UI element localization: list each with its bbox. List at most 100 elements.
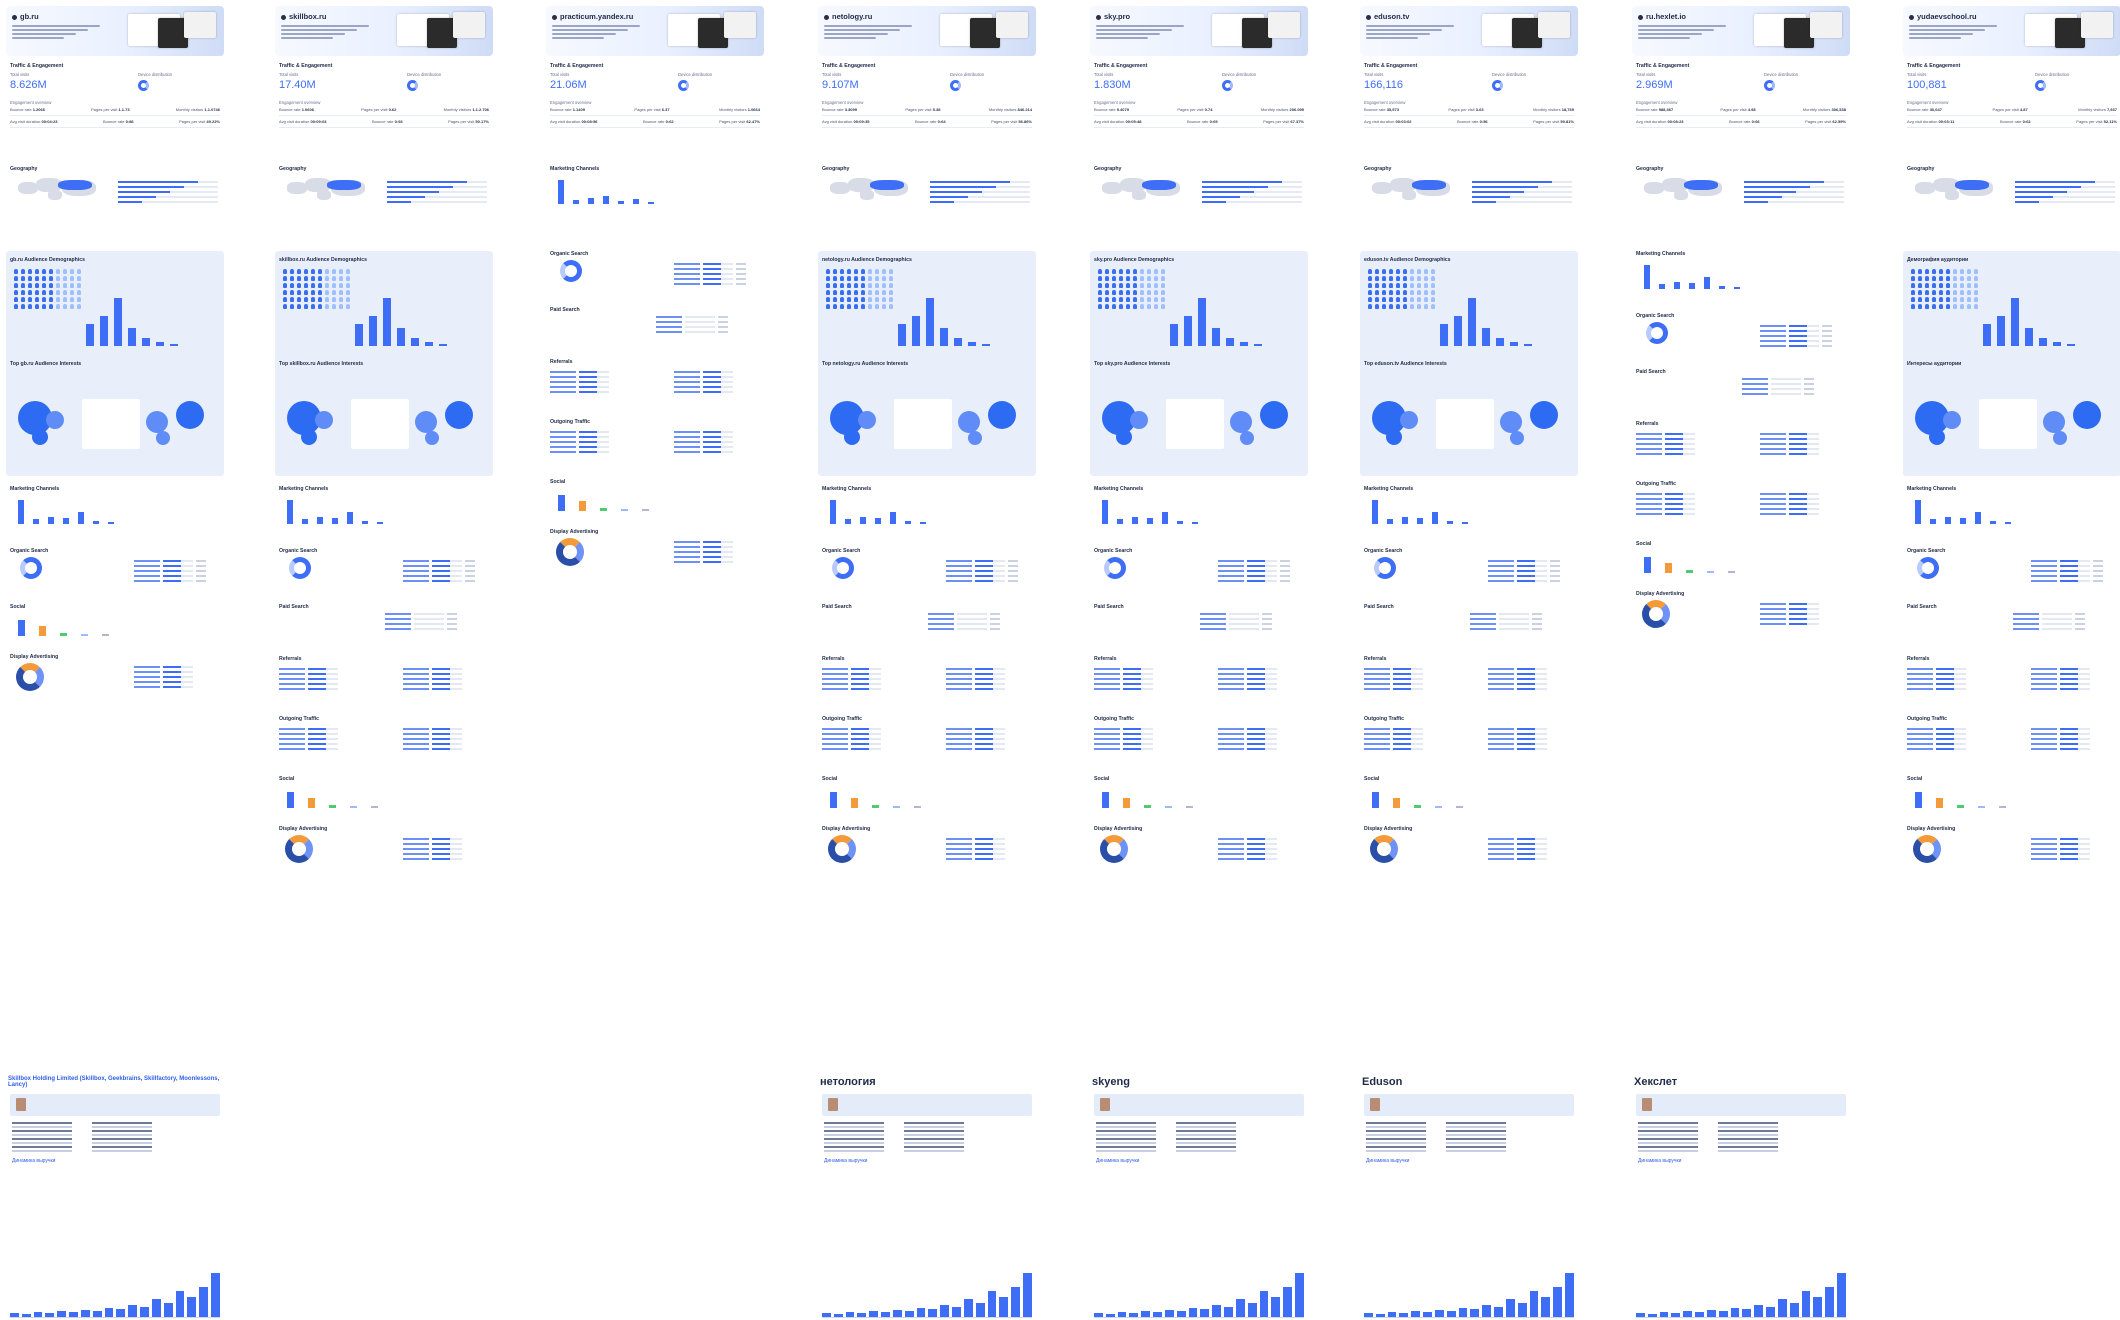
- paid-term-row[interactable]: [385, 623, 475, 625]
- publisher-row[interactable]: [1760, 623, 1850, 625]
- revenue-dynamics-link[interactable]: Динамика выручки: [1638, 1158, 1844, 1164]
- search-term-row[interactable]: [403, 560, 493, 562]
- referral-row[interactable]: [550, 446, 640, 448]
- publisher-row[interactable]: [403, 848, 493, 850]
- referral-row[interactable]: [1760, 433, 1850, 435]
- referral-row[interactable]: [946, 688, 1036, 690]
- referral-row[interactable]: [1094, 733, 1184, 735]
- paid-term-row[interactable]: [656, 321, 746, 323]
- referral-row[interactable]: [1364, 733, 1454, 735]
- referral-row[interactable]: [1636, 503, 1726, 505]
- search-term-row[interactable]: [1760, 330, 1850, 332]
- referral-row[interactable]: [1636, 498, 1726, 500]
- referral-row[interactable]: [1488, 733, 1578, 735]
- referral-row[interactable]: [1907, 678, 1997, 680]
- search-term-row[interactable]: [674, 268, 764, 270]
- referral-row[interactable]: [1488, 743, 1578, 745]
- referral-row[interactable]: [1488, 738, 1578, 740]
- referral-row[interactable]: [2031, 728, 2120, 730]
- search-term-row[interactable]: [946, 565, 1036, 567]
- search-term-row[interactable]: [134, 560, 224, 562]
- publisher-row[interactable]: [403, 838, 493, 840]
- referral-row[interactable]: [946, 733, 1036, 735]
- referral-row[interactable]: [1636, 513, 1726, 515]
- referral-row[interactable]: [946, 683, 1036, 685]
- referral-row[interactable]: [674, 371, 764, 373]
- search-term-row[interactable]: [1760, 335, 1850, 337]
- referral-row[interactable]: [946, 673, 1036, 675]
- search-term-row[interactable]: [134, 575, 224, 577]
- referral-row[interactable]: [1907, 668, 1997, 670]
- referral-row[interactable]: [1760, 508, 1850, 510]
- referral-row[interactable]: [674, 451, 764, 453]
- publisher-row[interactable]: [1218, 843, 1308, 845]
- search-term-row[interactable]: [1488, 575, 1578, 577]
- referral-row[interactable]: [822, 688, 912, 690]
- publisher-row[interactable]: [403, 843, 493, 845]
- publisher-row[interactable]: [134, 681, 224, 683]
- referral-row[interactable]: [946, 728, 1036, 730]
- referral-row[interactable]: [550, 376, 640, 378]
- referral-row[interactable]: [1218, 738, 1308, 740]
- referral-row[interactable]: [1094, 738, 1184, 740]
- referral-row[interactable]: [1364, 668, 1454, 670]
- referral-row[interactable]: [1488, 668, 1578, 670]
- search-term-row[interactable]: [403, 575, 493, 577]
- referral-row[interactable]: [1907, 728, 1997, 730]
- publisher-row[interactable]: [1488, 838, 1578, 840]
- referral-row[interactable]: [674, 391, 764, 393]
- search-term-row[interactable]: [2031, 575, 2120, 577]
- publisher-row[interactable]: [1760, 603, 1850, 605]
- publisher-row[interactable]: [674, 556, 764, 558]
- referral-row[interactable]: [1760, 443, 1850, 445]
- referral-row[interactable]: [1907, 738, 1997, 740]
- publisher-row[interactable]: [134, 686, 224, 688]
- paid-term-row[interactable]: [2013, 623, 2103, 625]
- search-term-row[interactable]: [1488, 560, 1578, 562]
- paid-term-row[interactable]: [1742, 383, 1832, 385]
- referral-row[interactable]: [1488, 728, 1578, 730]
- referral-row[interactable]: [674, 446, 764, 448]
- referral-row[interactable]: [279, 673, 369, 675]
- referral-row[interactable]: [1907, 683, 1997, 685]
- referral-row[interactable]: [279, 668, 369, 670]
- referral-row[interactable]: [279, 678, 369, 680]
- paid-term-row[interactable]: [1200, 618, 1290, 620]
- search-term-row[interactable]: [1218, 575, 1308, 577]
- referral-row[interactable]: [1488, 688, 1578, 690]
- referral-row[interactable]: [1218, 688, 1308, 690]
- referral-row[interactable]: [2031, 673, 2120, 675]
- paid-term-row[interactable]: [928, 623, 1018, 625]
- referral-row[interactable]: [1218, 743, 1308, 745]
- search-term-row[interactable]: [1218, 560, 1308, 562]
- publisher-row[interactable]: [403, 858, 493, 860]
- referral-row[interactable]: [1760, 503, 1850, 505]
- referral-row[interactable]: [822, 728, 912, 730]
- referral-row[interactable]: [674, 431, 764, 433]
- referral-row[interactable]: [674, 436, 764, 438]
- referral-row[interactable]: [1218, 673, 1308, 675]
- referral-row[interactable]: [2031, 733, 2120, 735]
- referral-row[interactable]: [1907, 748, 1997, 750]
- search-term-row[interactable]: [674, 263, 764, 265]
- paid-term-row[interactable]: [385, 618, 475, 620]
- publisher-row[interactable]: [1218, 848, 1308, 850]
- search-term-row[interactable]: [946, 575, 1036, 577]
- search-term-row[interactable]: [1488, 570, 1578, 572]
- referral-row[interactable]: [946, 748, 1036, 750]
- paid-term-row[interactable]: [1742, 393, 1832, 395]
- paid-term-row[interactable]: [1742, 388, 1832, 390]
- referral-row[interactable]: [279, 688, 369, 690]
- search-term-row[interactable]: [1218, 570, 1308, 572]
- search-term-row[interactable]: [134, 565, 224, 567]
- search-term-row[interactable]: [403, 580, 493, 582]
- paid-term-row[interactable]: [1200, 628, 1290, 630]
- referral-row[interactable]: [403, 733, 493, 735]
- referral-row[interactable]: [2031, 683, 2120, 685]
- referral-row[interactable]: [550, 386, 640, 388]
- referral-row[interactable]: [1218, 728, 1308, 730]
- publisher-row[interactable]: [2031, 853, 2120, 855]
- search-term-row[interactable]: [1760, 340, 1850, 342]
- publisher-row[interactable]: [946, 858, 1036, 860]
- publisher-row[interactable]: [1488, 848, 1578, 850]
